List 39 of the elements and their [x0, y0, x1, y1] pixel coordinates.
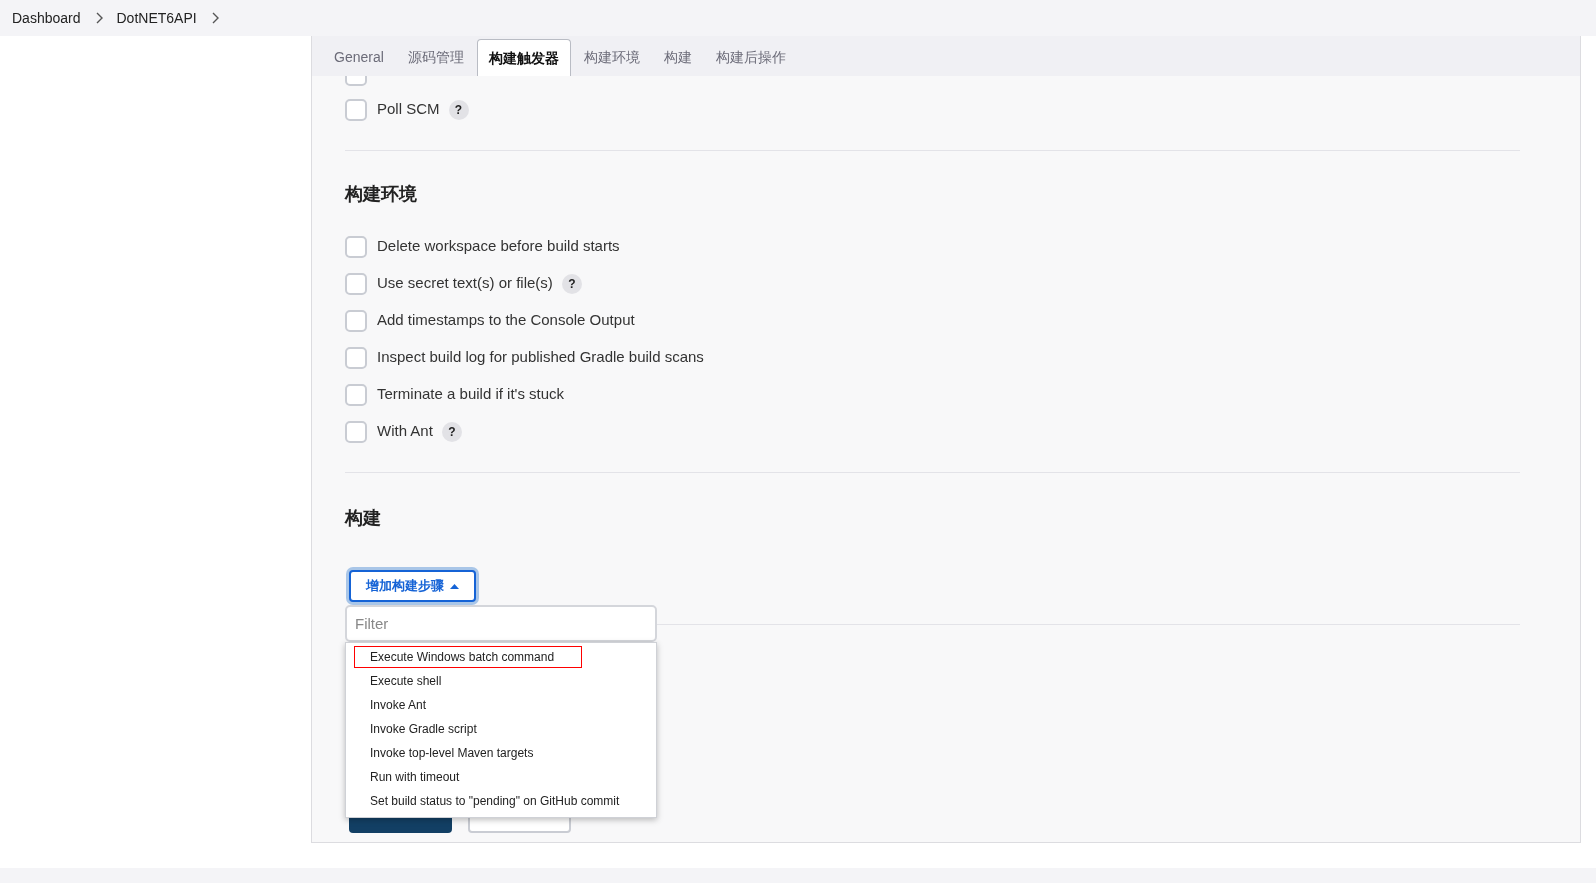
tab[interactable]: 构建后操作 [704, 39, 797, 76]
menu-item[interactable]: Execute shell [354, 670, 582, 692]
checkbox-label: With Ant [377, 421, 433, 442]
breadcrumb-link[interactable]: DotNET6API [116, 7, 197, 29]
checkbox-label: Inspect build log for published Gradle build scans [377, 347, 704, 368]
checkbox-label: Add timestamps to the Console Output [377, 310, 635, 331]
tab[interactable]: 源码管理 [396, 39, 475, 76]
tab[interactable]: 构建触发器 [476, 39, 571, 76]
checkbox[interactable] [345, 309, 367, 332]
checkbox[interactable] [345, 420, 367, 443]
checkbox-label: Poll SCM [377, 99, 440, 120]
tab[interactable]: General [323, 39, 395, 76]
checkbox[interactable] [345, 383, 367, 406]
help-icon[interactable]: ? [441, 421, 462, 442]
section-heading: 构建环境 [345, 183, 418, 206]
checkbox[interactable] [345, 346, 367, 369]
help-icon[interactable]: ? [561, 273, 582, 294]
menu-item[interactable]: Set build status to "pending" on GitHub commit [354, 790, 621, 812]
menu-item[interactable]: Invoke Ant [354, 694, 582, 716]
checkbox[interactable] [345, 98, 367, 121]
breadcrumb-link[interactable]: Dashboard [12, 7, 81, 29]
tab[interactable]: 构建 [652, 39, 703, 76]
menu-item[interactable]: Run with timeout [354, 766, 582, 788]
checkbox-label: Delete workspace before build starts [377, 236, 620, 257]
caret-icon [450, 583, 459, 589]
add-build-step-button[interactable]: 增加构建步骤 [349, 570, 476, 602]
checkbox-label: Terminate a build if it's stuck [377, 384, 565, 405]
chevron-right-icon [94, 12, 103, 24]
filter-field[interactable]: Filter [345, 605, 657, 642]
chevron-right-icon [210, 12, 219, 24]
menu-item[interactable]: Invoke Gradle script [354, 718, 582, 740]
checkbox[interactable] [345, 272, 367, 295]
menu-item[interactable]: Invoke top-level Maven targets [354, 742, 582, 764]
menu-item[interactable]: Execute Windows batch command [354, 646, 582, 668]
help-icon[interactable]: ? [448, 99, 469, 120]
tab[interactable]: 构建环境 [572, 39, 651, 76]
section-heading: 构建 [345, 507, 382, 530]
checkbox-label: Use secret text(s) or file(s) [377, 273, 553, 294]
checkbox[interactable] [345, 235, 367, 258]
